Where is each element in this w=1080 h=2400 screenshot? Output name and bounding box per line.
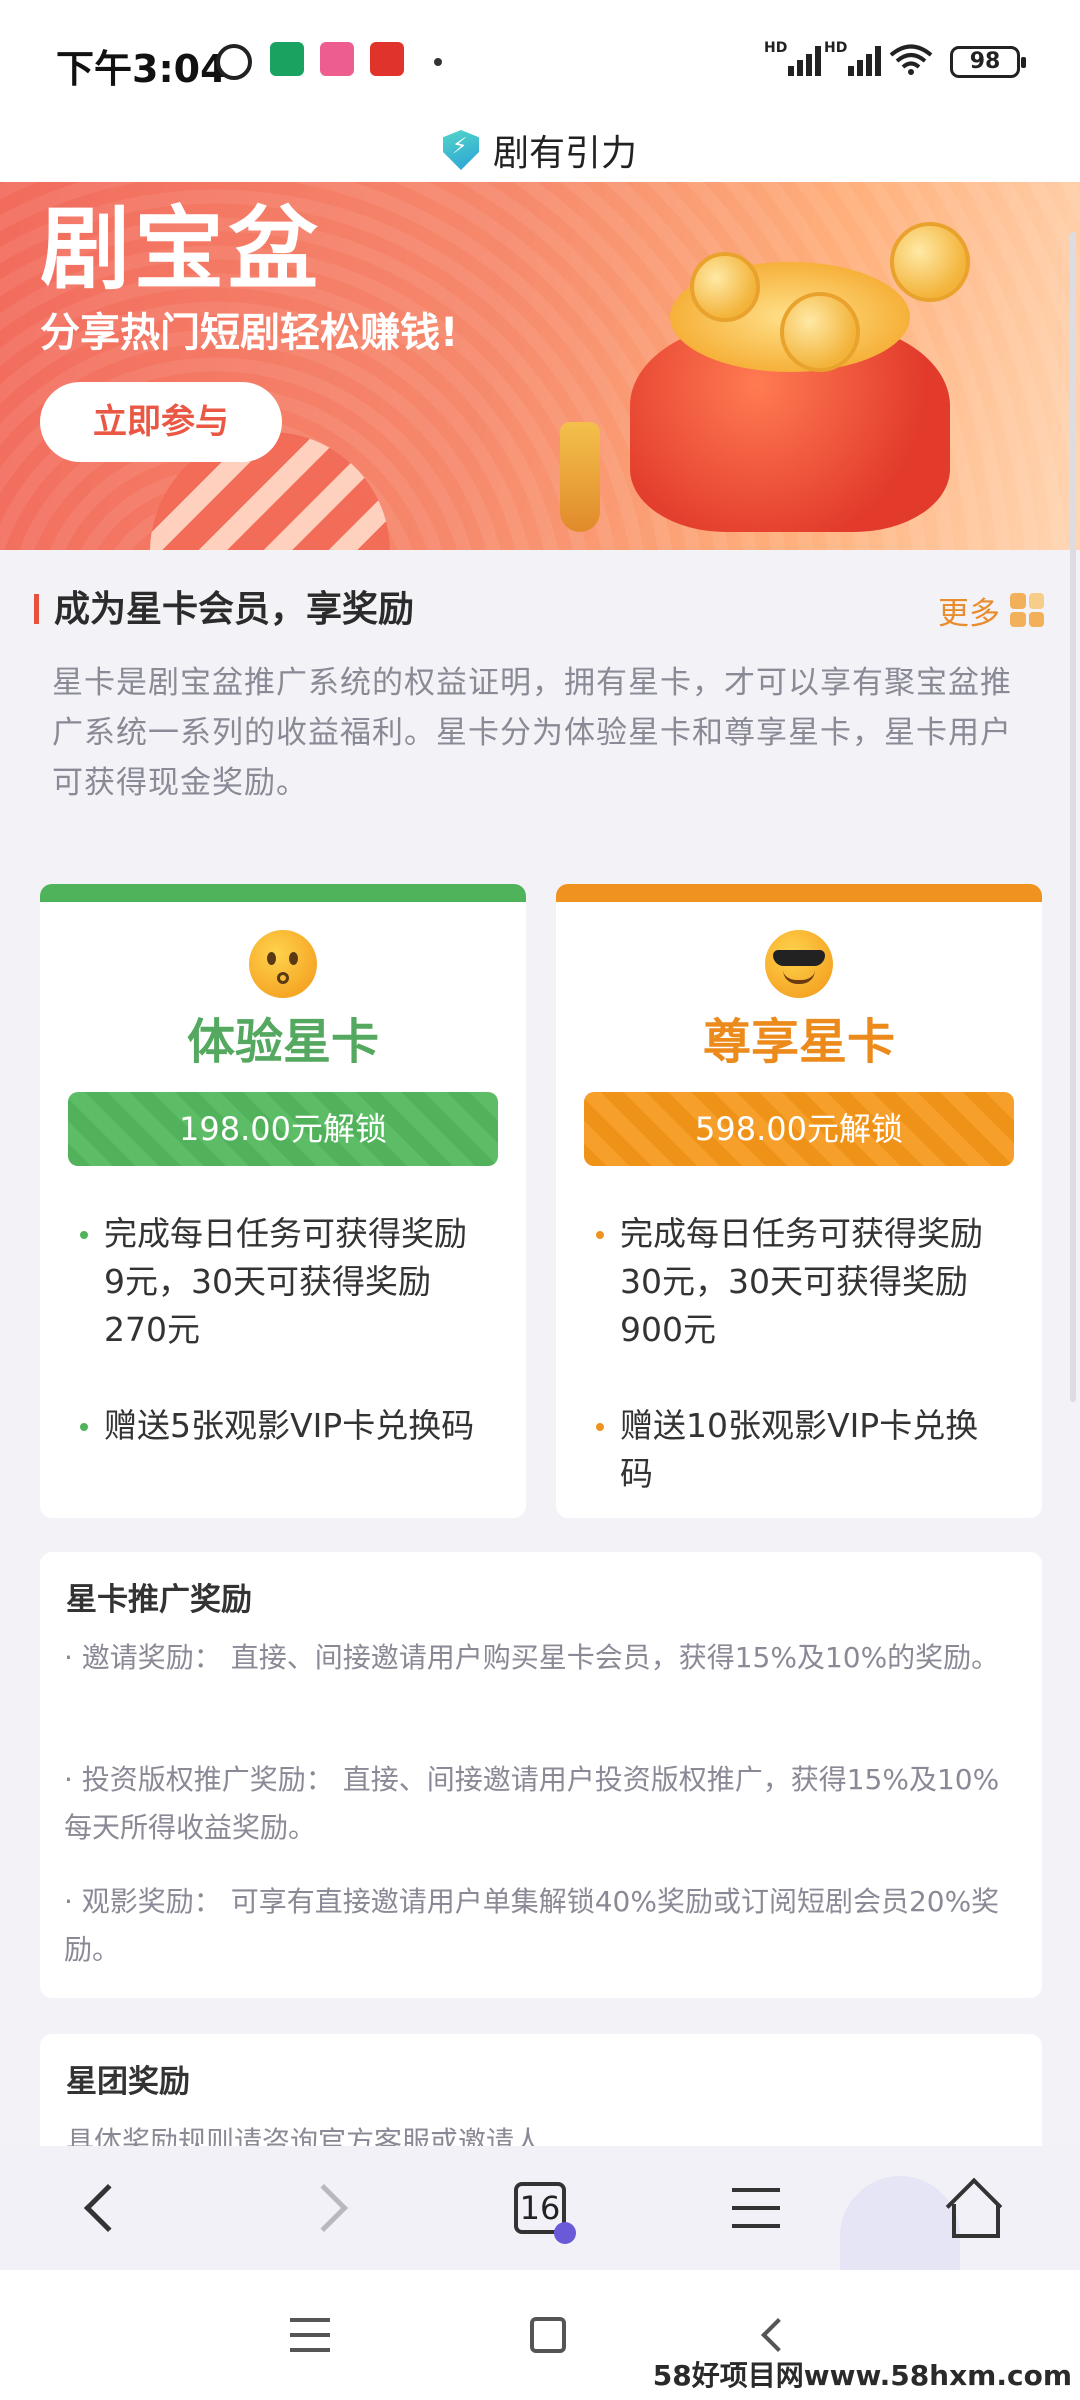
reward-item: · 投资版权推广奖励： 直接、间接邀请用户投资版权推广，获得15%及10%每天所… <box>64 1763 1000 1844</box>
unlock-premium-button[interactable]: 598.00元解锁 <box>584 1092 1014 1166</box>
signal-icon-1: HD <box>764 40 821 76</box>
status-bar: 下午3:04 HD HD 98 <box>0 0 1080 118</box>
promo-banner[interactable]: 剧宝盆 分享热门短剧轻松赚钱! 立即参与 <box>0 182 1080 550</box>
membership-section-header: 成为星卡会员，享奖励 更多 <box>34 582 1044 638</box>
chevron-right-icon <box>299 2183 349 2233</box>
network-type-1: HD <box>764 40 788 56</box>
menu-button[interactable] <box>648 2146 864 2270</box>
more-label: 更多 <box>938 595 1000 632</box>
site-title: 剧有引力 <box>492 133 637 174</box>
app-notification-icon-2 <box>370 42 404 76</box>
coin-icon <box>890 222 970 302</box>
status-time: 下午3:04 <box>56 47 227 91</box>
premium-star-card: 尊享星卡 598.00元解锁 完成每日任务可获得奖励30元，30天可获得奖励90… <box>556 884 1042 1518</box>
trial-star-card: 体验星卡 198.00元解锁 完成每日任务可获得奖励9元，30天可获得奖励270… <box>40 884 526 1518</box>
network-type-2: HD <box>824 40 848 56</box>
back-button[interactable] <box>0 2146 216 2270</box>
sunglasses-face-icon <box>765 930 833 998</box>
promo-rewards-title: 星卡推广奖励 <box>66 1582 252 1618</box>
benefit-item: 完成每日任务可获得奖励9元，30天可获得奖励270元 <box>80 1210 480 1354</box>
system-back-icon[interactable] <box>761 2318 795 2352</box>
battery-icon: 98 <box>950 46 1026 78</box>
menu-icon <box>732 2188 780 2228</box>
home-button[interactable] <box>864 2146 1080 2270</box>
home-icon <box>948 2184 1000 2238</box>
wifi-icon <box>889 44 933 75</box>
forward-button[interactable] <box>216 2146 432 2270</box>
unlock-trial-button[interactable]: 198.00元解锁 <box>68 1092 498 1166</box>
membership-intro: 星卡是剧宝盆推广系统的权益证明，拥有星卡，才可以享有聚宝盆推广系统一系列的收益福… <box>52 665 1012 801</box>
section-accent-bar <box>34 594 39 624</box>
signal-icon-2: HD <box>824 40 881 76</box>
tabs-button[interactable]: 16 <box>432 2146 648 2270</box>
system-home-icon[interactable] <box>530 2317 566 2353</box>
section-title: 成为星卡会员，享奖励 <box>54 589 415 630</box>
browser-toolbar: 16 <box>0 2146 1080 2276</box>
banner-subtitle: 分享热门短剧轻松赚钱! <box>40 310 459 356</box>
banner-title: 剧宝盆 <box>40 197 322 302</box>
grid-icon <box>1010 593 1044 627</box>
shield-logo-icon <box>442 130 479 170</box>
app-notification-icon <box>320 42 354 76</box>
team-rewards-title: 星团奖励 <box>66 2064 190 2100</box>
chevron-left-icon <box>83 2183 133 2233</box>
benefit-item: 赠送5张观影VIP卡兑换码 <box>80 1402 480 1450</box>
tassel <box>560 422 600 532</box>
more-notifications-dot <box>434 58 442 66</box>
benefit-item: 完成每日任务可获得奖励30元，30天可获得奖励900元 <box>596 1210 996 1354</box>
card-title: 尊享星卡 <box>702 1014 895 1070</box>
card-topbar <box>40 884 526 902</box>
promo-rewards-box: 星卡推广奖励 · 邀请奖励： 直接、间接邀请用户购买星卡会员，获得15%及10%… <box>40 1552 1042 1998</box>
alarm-icon <box>216 44 252 80</box>
card-title: 体验星卡 <box>186 1014 379 1070</box>
tab-count: 16 <box>514 2182 576 2244</box>
join-now-button[interactable]: 立即参与 <box>40 382 282 462</box>
money-bag-illustration <box>610 222 970 532</box>
download-notification-icon <box>270 42 304 76</box>
recent-apps-icon[interactable] <box>290 2318 330 2352</box>
coin-icon <box>780 292 860 372</box>
team-rewards-box: 星团奖励 具体奖励规则请咨询官方客服或邀请人 <box>40 2034 1042 2158</box>
coin-icon <box>690 252 760 322</box>
kissing-face-icon <box>249 930 317 998</box>
benefit-item: 赠送10张观影VIP卡兑换码 <box>596 1402 996 1498</box>
page-header: 剧有引力 <box>0 118 1080 182</box>
reward-item: · 观影奖励： 可享有直接邀请用户单集解锁40%奖励或订阅短剧会员20%奖励。 <box>64 1885 1000 1966</box>
scrollbar[interactable] <box>1070 232 1076 1402</box>
watermark: 58好项目网www.58hxm.com <box>652 2354 1072 2394</box>
more-link[interactable]: 更多 <box>938 582 1044 638</box>
card-topbar <box>556 884 1042 902</box>
reward-item: · 邀请奖励： 直接、间接邀请用户购买星卡会员，获得15%及10%的奖励。 <box>64 1641 1000 1674</box>
